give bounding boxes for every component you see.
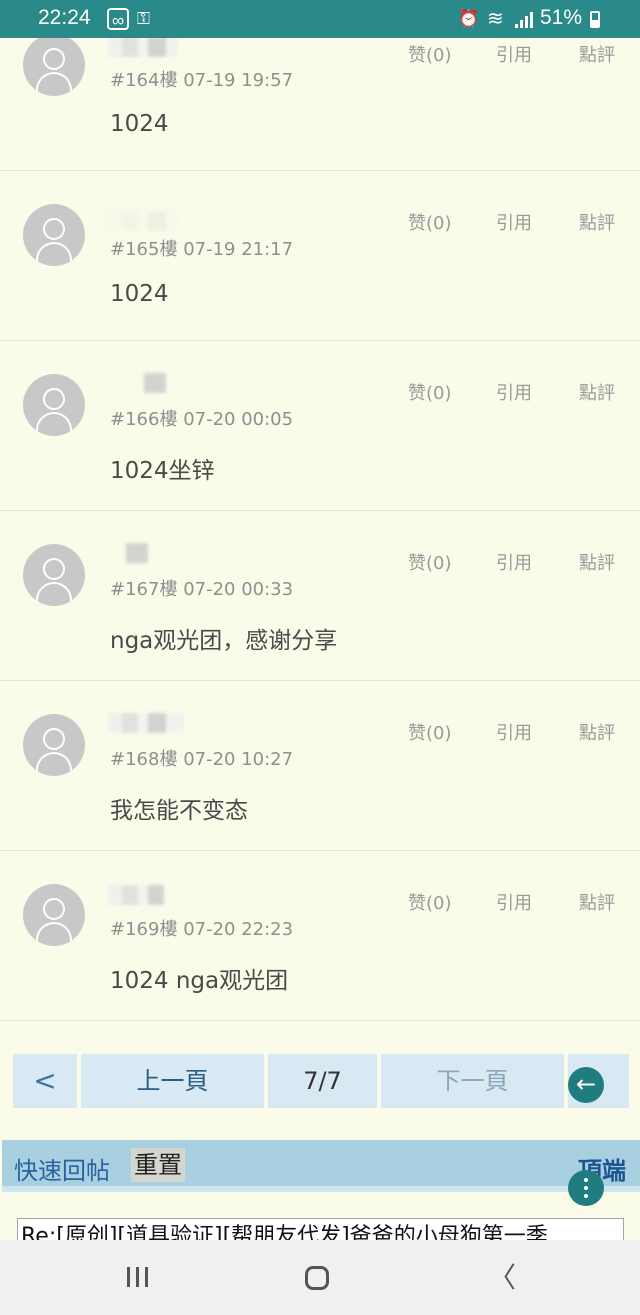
- key-icon: ⚿: [137, 9, 150, 28]
- like-button[interactable]: 赞(0): [408, 549, 452, 575]
- review-button[interactable]: 點評: [579, 41, 615, 67]
- signal-icon: [515, 12, 535, 28]
- list-item: #169樓 07-20 22:23 1024 nga观光团 赞(0) 引用 點評: [0, 851, 640, 1021]
- floor-number: #168樓: [110, 749, 178, 770]
- post-content: 1024 nga观光团: [110, 968, 289, 994]
- review-button[interactable]: 點評: [579, 209, 615, 235]
- page-indicator: 7/7: [268, 1054, 377, 1108]
- reset-button[interactable]: 重置: [131, 1148, 185, 1182]
- post-time: 07-20 00:05: [183, 409, 294, 430]
- like-button[interactable]: 赞(0): [408, 889, 452, 915]
- avatar[interactable]: [23, 374, 85, 436]
- list-item: #165樓 07-19 21:17 1024 赞(0) 引用 點評: [0, 171, 640, 341]
- avatar[interactable]: [23, 544, 85, 606]
- username-blurred[interactable]: [108, 37, 178, 57]
- battery-icon: [590, 11, 600, 28]
- post-content: 1024: [110, 111, 169, 137]
- floor-number: #167樓: [110, 579, 178, 600]
- post-meta: #169樓 07-20 22:23: [110, 915, 293, 941]
- review-button[interactable]: 點評: [579, 889, 615, 915]
- avatar[interactable]: [23, 884, 85, 946]
- quick-reply-bar: 快速回帖 重置 頂端: [2, 1140, 640, 1192]
- username-blurred[interactable]: [108, 211, 178, 231]
- post-time: 07-19 19:57: [183, 70, 294, 91]
- post-content: nga观光团，感谢分享: [110, 628, 338, 654]
- avatar[interactable]: [23, 34, 85, 96]
- like-button[interactable]: 赞(0): [408, 41, 452, 67]
- quote-button[interactable]: 引用: [496, 209, 532, 235]
- quick-reply-title[interactable]: 快速回帖: [14, 1151, 110, 1186]
- like-button[interactable]: 赞(0): [408, 379, 452, 405]
- review-button[interactable]: 點評: [579, 379, 615, 405]
- system-nav-bar: 〈: [0, 1240, 640, 1315]
- first-page-button[interactable]: <: [13, 1054, 77, 1108]
- post-time: 07-20 22:23: [183, 919, 294, 940]
- wifi-icon: ≋: [487, 8, 504, 30]
- username-blurred[interactable]: [108, 885, 164, 905]
- post-content: 我怎能不变态: [110, 798, 248, 824]
- review-button[interactable]: 點評: [579, 719, 615, 745]
- post-time: 07-20 00:33: [183, 579, 294, 600]
- post-content: 1024坐锌: [110, 458, 215, 484]
- post-meta: #164樓 07-19 19:57: [110, 66, 293, 92]
- post-meta: #165樓 07-19 21:17: [110, 235, 293, 261]
- quote-button[interactable]: 引用: [496, 549, 532, 575]
- post-meta: #168樓 07-20 10:27: [110, 745, 293, 771]
- username-blurred[interactable]: [108, 713, 184, 733]
- battery-percent: 51%: [540, 6, 583, 29]
- alarm-icon: ⏰: [458, 9, 480, 28]
- post-meta: #167樓 07-20 00:33: [110, 575, 293, 601]
- list-item: #167樓 07-20 00:33 nga观光团，感谢分享 赞(0) 引用 點評: [0, 511, 640, 681]
- quote-button[interactable]: 引用: [496, 41, 532, 67]
- floor-number: #165樓: [110, 239, 178, 260]
- avatar[interactable]: [23, 714, 85, 776]
- username-blurred[interactable]: [108, 373, 166, 393]
- home-icon[interactable]: [305, 1266, 329, 1290]
- back-icon[interactable]: 〈: [488, 1264, 516, 1292]
- clock: 22:24: [38, 6, 91, 29]
- list-item: #166樓 07-20 00:05 1024坐锌 赞(0) 引用 點評: [0, 341, 640, 511]
- next-page-button[interactable]: 下一頁: [381, 1054, 564, 1108]
- prev-page-button[interactable]: 上一頁: [81, 1054, 264, 1108]
- post-content: 1024: [110, 281, 169, 307]
- post-time: 07-19 21:17: [183, 239, 294, 260]
- list-item: #168樓 07-20 10:27 我怎能不变态 赞(0) 引用 點評: [0, 681, 640, 851]
- link-icon: ∞: [107, 8, 129, 30]
- quote-button[interactable]: 引用: [496, 889, 532, 915]
- recent-apps-icon[interactable]: [127, 1267, 151, 1287]
- floor-number: #169樓: [110, 919, 178, 940]
- like-button[interactable]: 赞(0): [408, 719, 452, 745]
- floor-number: #164樓: [110, 70, 178, 91]
- quote-button[interactable]: 引用: [496, 719, 532, 745]
- post-time: 07-20 10:27: [183, 749, 294, 770]
- status-bar: 22:24 ∞ ⚿ ⏰ ≋ 51%: [0, 0, 640, 38]
- more-menu-icon[interactable]: [568, 1170, 604, 1206]
- avatar[interactable]: [23, 204, 85, 266]
- floor-number: #166樓: [110, 409, 178, 430]
- username-blurred[interactable]: [108, 543, 148, 563]
- review-button[interactable]: 點評: [579, 549, 615, 575]
- back-arrow-icon[interactable]: ←: [568, 1067, 604, 1103]
- post-meta: #166樓 07-20 00:05: [110, 405, 293, 431]
- quote-button[interactable]: 引用: [496, 379, 532, 405]
- like-button[interactable]: 赞(0): [408, 209, 452, 235]
